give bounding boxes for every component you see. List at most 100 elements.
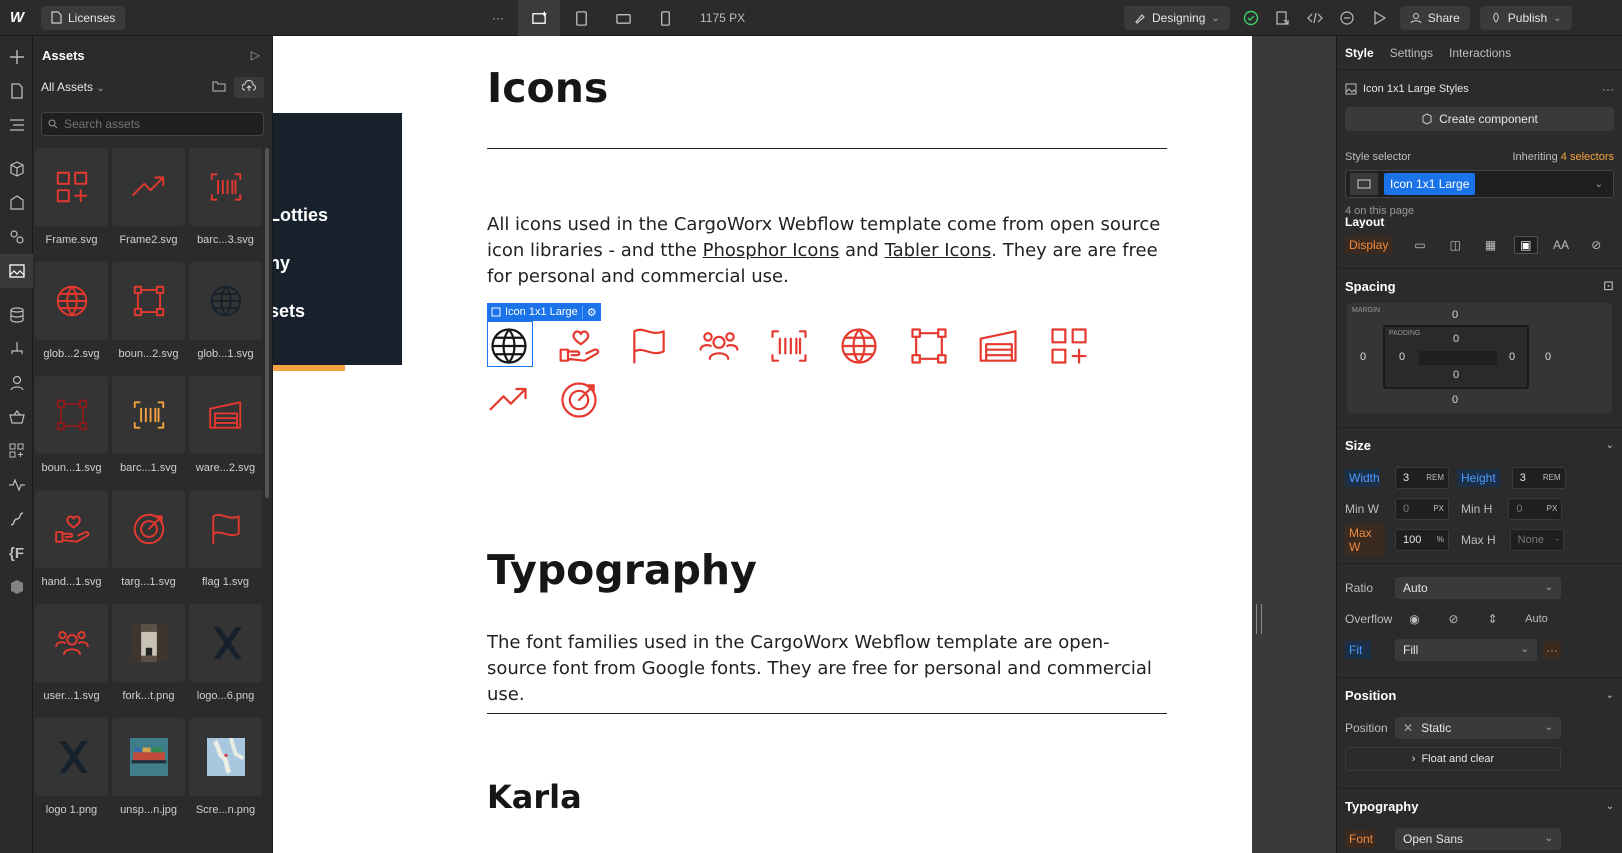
- tab-interactions[interactable]: Interactions: [1449, 46, 1511, 60]
- bounding-box-icon[interactable]: [907, 323, 977, 369]
- globe-icon[interactable]: [837, 323, 907, 369]
- more-menu-button[interactable]: ···: [478, 0, 518, 36]
- max-width-unit[interactable]: %: [1437, 535, 1444, 544]
- asset-search-field[interactable]: [41, 112, 264, 136]
- display-inline-block-icon[interactable]: ▣: [1513, 236, 1538, 254]
- create-component-button[interactable]: Create component: [1345, 107, 1614, 131]
- more-options-icon[interactable]: ···: [1543, 640, 1561, 659]
- margin-left[interactable]: 0: [1360, 351, 1366, 363]
- typography-heading[interactable]: Typography: [487, 546, 757, 594]
- selection-label[interactable]: Icon 1x1 Large ⚙: [487, 303, 601, 321]
- display-flex-icon[interactable]: ◫: [1443, 236, 1467, 254]
- asset-tile[interactable]: logo...6.png: [187, 602, 264, 716]
- inheriting-info[interactable]: Inheriting 4 selectors: [1512, 151, 1614, 163]
- max-height-input[interactable]: None -: [1509, 528, 1564, 551]
- barcode-icon[interactable]: [767, 323, 837, 369]
- page-selector[interactable]: Licenses: [41, 5, 126, 30]
- interactions-button[interactable]: [0, 502, 33, 536]
- height-unit[interactable]: REM: [1543, 473, 1561, 482]
- asset-tile[interactable]: boun...2.svg: [110, 260, 187, 374]
- position-header[interactable]: Position ⌄: [1345, 678, 1614, 712]
- scroll-icon[interactable]: ⇕: [1481, 610, 1505, 628]
- logic-button[interactable]: [0, 332, 33, 366]
- flag-icon[interactable]: [627, 323, 697, 369]
- typography-paragraph[interactable]: The font families used in the CargoWorx …: [487, 630, 1167, 708]
- asset-tile[interactable]: fork...t.png: [110, 602, 187, 716]
- typography-header[interactable]: Typography ⌄: [1345, 789, 1614, 823]
- users-icon[interactable]: [697, 323, 767, 369]
- comments-button[interactable]: [1336, 7, 1358, 29]
- position-dropdown[interactable]: ✕ Static ⌄: [1395, 716, 1561, 739]
- ecommerce-button[interactable]: [0, 400, 33, 434]
- width-unit[interactable]: REM: [1426, 473, 1444, 482]
- asset-tile[interactable]: targ...1.svg: [110, 488, 187, 602]
- selector-chip[interactable]: Icon 1x1 Large: [1384, 173, 1476, 195]
- asset-tile[interactable]: barc...1.svg: [110, 374, 187, 488]
- mobile-portrait-breakpoint-button[interactable]: [644, 0, 686, 36]
- asset-tile[interactable]: glob...2.svg: [33, 260, 110, 374]
- width-input[interactable]: 3 REM: [1395, 466, 1449, 489]
- style-selectors-button[interactable]: [0, 186, 33, 220]
- hand-heart-icon[interactable]: [557, 323, 627, 369]
- spacing-header[interactable]: Spacing ⊡: [1345, 269, 1614, 303]
- analyze-button[interactable]: [0, 468, 33, 502]
- asset-tile[interactable]: boun...1.svg: [33, 374, 110, 488]
- cms-button[interactable]: [0, 298, 33, 332]
- icons-heading[interactable]: Icons: [487, 64, 608, 112]
- phosphor-icons-link[interactable]: Phosphor Icons: [703, 240, 840, 261]
- margin-bottom[interactable]: 0: [1452, 394, 1458, 406]
- selector-field[interactable]: Icon 1x1 Large ⌄: [1345, 170, 1614, 198]
- asset-tile[interactable]: Frame2.svg: [110, 146, 187, 260]
- size-header[interactable]: Size ⌄: [1345, 428, 1614, 462]
- components-button[interactable]: [0, 152, 33, 186]
- trend-up-icon[interactable]: [487, 377, 557, 423]
- asset-tile[interactable]: unsp...n.jpg: [110, 716, 187, 830]
- asset-tile[interactable]: Frame.svg: [33, 146, 110, 260]
- gear-icon[interactable]: ⚙: [581, 305, 597, 319]
- icons-paragraph[interactable]: All icons used in the CargoWorx Webflow …: [487, 212, 1177, 290]
- pages-button[interactable]: [0, 74, 33, 108]
- asset-tile[interactable]: logo 1.png: [33, 716, 110, 830]
- height-input[interactable]: 3 REM: [1511, 466, 1566, 489]
- eye-off-icon[interactable]: ⊘: [1442, 610, 1466, 628]
- variables-button[interactable]: [0, 220, 33, 254]
- min-width-input[interactable]: 0 PX: [1395, 497, 1449, 520]
- tab-style[interactable]: Style: [1345, 46, 1374, 60]
- eye-icon[interactable]: ◉: [1403, 610, 1427, 628]
- max-width-input[interactable]: 100%: [1395, 528, 1449, 551]
- padding-right[interactable]: 0: [1509, 351, 1515, 363]
- asset-tile[interactable]: hand...1.svg: [33, 488, 110, 602]
- target-icon[interactable]: [557, 377, 627, 423]
- display-grid-icon[interactable]: ▦: [1479, 236, 1503, 254]
- assets-button[interactable]: [0, 254, 33, 288]
- publish-button[interactable]: Publish ⌄: [1479, 6, 1572, 30]
- display-block-icon[interactable]: ▭: [1408, 236, 1432, 254]
- preview-button[interactable]: [1368, 7, 1390, 29]
- grid-plus-icon[interactable]: [1047, 323, 1117, 369]
- mobile-landscape-breakpoint-button[interactable]: [602, 0, 644, 36]
- tablet-breakpoint-button[interactable]: [560, 0, 602, 36]
- fit-dropdown[interactable]: Fill ⌄: [1395, 638, 1537, 661]
- min-width-unit[interactable]: PX: [1433, 504, 1444, 513]
- warehouse-icon[interactable]: [977, 323, 1047, 369]
- karla-heading[interactable]: Karla: [487, 778, 582, 816]
- min-height-unit[interactable]: PX: [1547, 504, 1558, 513]
- display-inline-icon[interactable]: AA: [1549, 236, 1573, 254]
- asset-tile[interactable]: user...1.svg: [33, 602, 110, 716]
- layout-title[interactable]: Layout: [1345, 216, 1614, 228]
- overflow-auto-option[interactable]: Auto: [1520, 610, 1554, 628]
- selector-state-button[interactable]: [1350, 173, 1378, 195]
- libraries-button[interactable]: [0, 570, 33, 604]
- asset-tile[interactable]: barc...3.svg: [187, 146, 264, 260]
- export-button[interactable]: [1272, 7, 1294, 29]
- canvas-resize-handle[interactable]: [1256, 604, 1262, 634]
- navigator-button[interactable]: [0, 108, 33, 142]
- asset-tile[interactable]: flag 1.svg: [187, 488, 264, 602]
- new-folder-button[interactable]: [212, 80, 226, 95]
- assets-scrollbar[interactable]: [265, 148, 269, 498]
- collapse-panel-icon[interactable]: ▷: [251, 48, 260, 62]
- apps-button[interactable]: [0, 434, 33, 468]
- float-clear-button[interactable]: › Float and clear: [1345, 746, 1561, 771]
- padding-left[interactable]: 0: [1399, 351, 1405, 363]
- code-variables-button[interactable]: {F: [0, 536, 33, 570]
